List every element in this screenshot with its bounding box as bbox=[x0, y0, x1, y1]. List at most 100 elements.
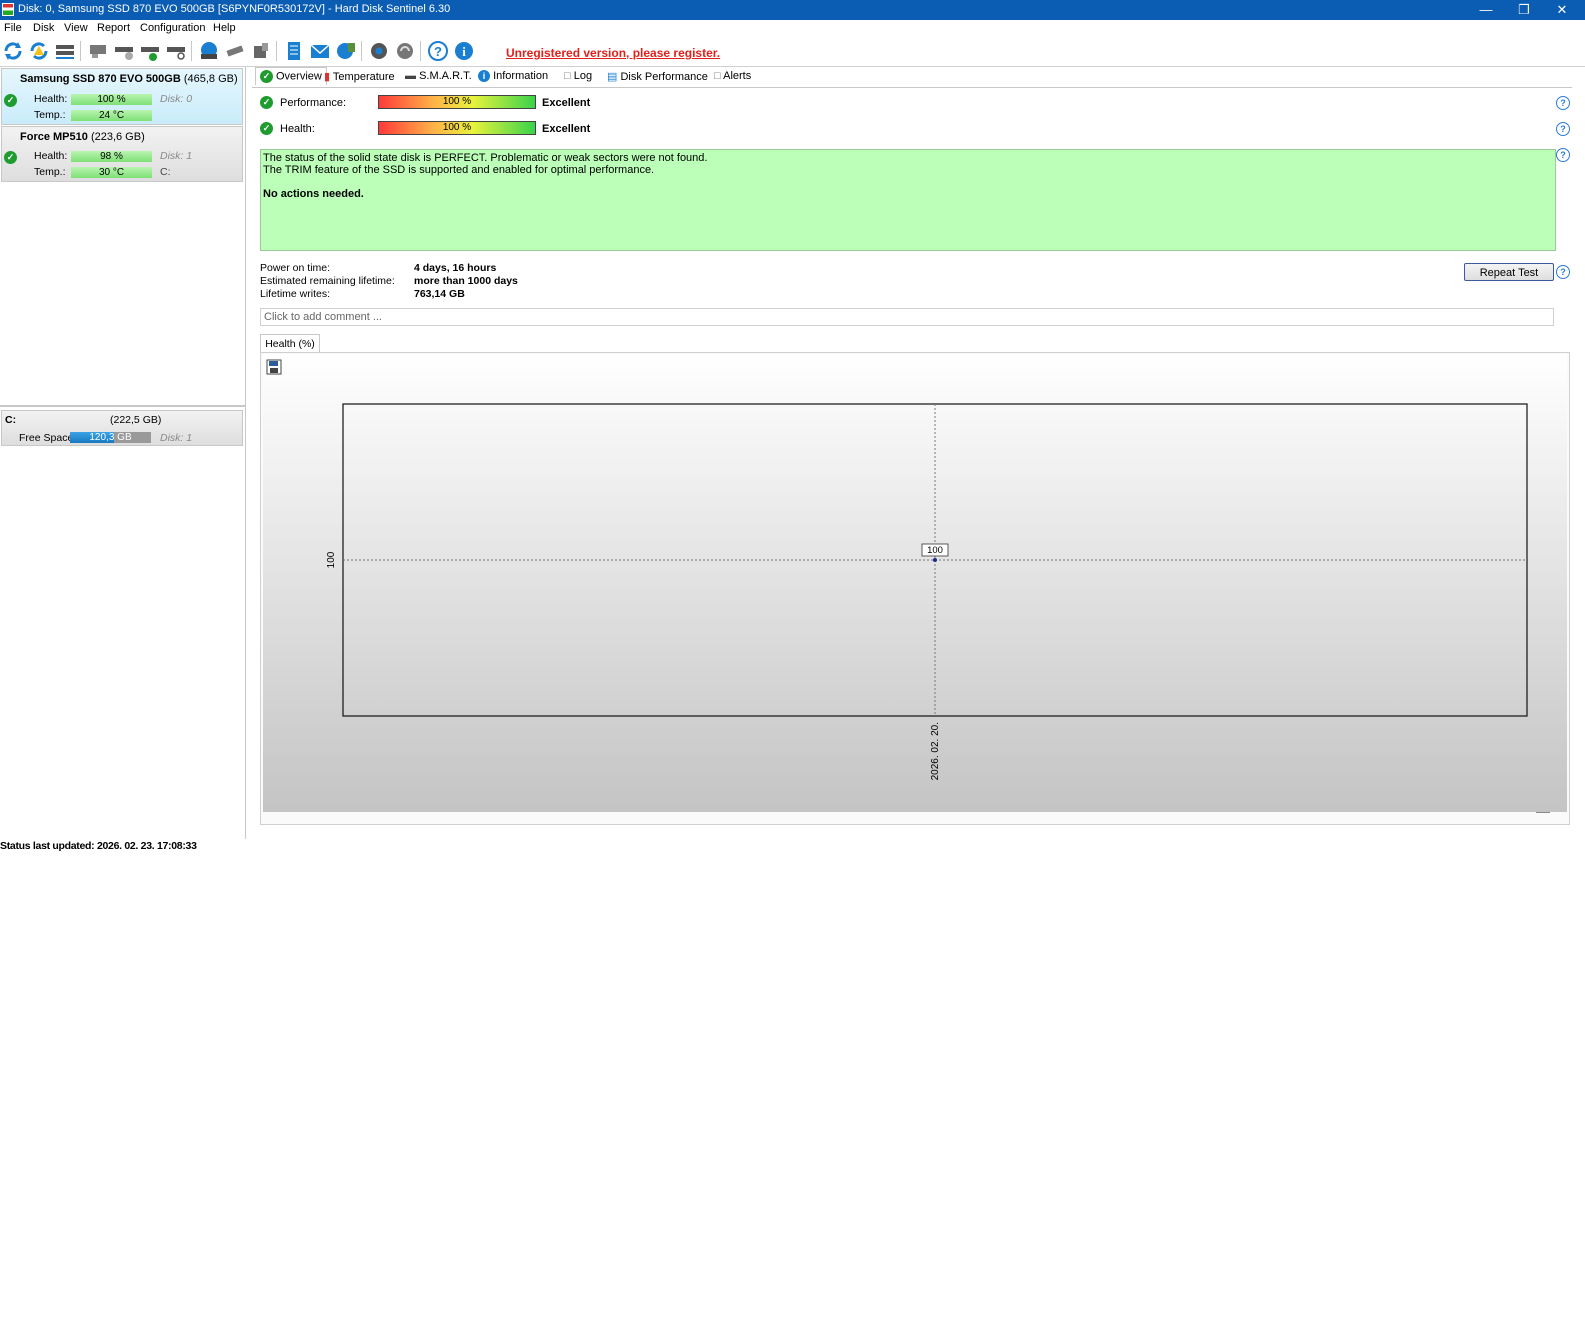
tab-divider bbox=[252, 87, 1572, 88]
status-description: The status of the solid state disk is PE… bbox=[260, 149, 1556, 251]
tab-bar: ✓ Overview ▮ Temperature ▬ S.M.A.R.T. i I… bbox=[252, 67, 1572, 87]
writes-value: 763,14 GB bbox=[414, 288, 465, 300]
toolbar-separator bbox=[420, 41, 421, 61]
status-bar: Status last updated: 2026. 02. 23. 17:08… bbox=[0, 840, 1585, 856]
disk-surface-icon[interactable] bbox=[198, 40, 220, 62]
disk-ok-icon[interactable] bbox=[139, 40, 161, 62]
volume-item-c[interactable]: C: (222,5 GB) Free Space 120,3 GB Disk: … bbox=[1, 410, 243, 446]
health-bar: 100 % bbox=[378, 121, 536, 135]
menu-report[interactable]: Report bbox=[97, 22, 130, 34]
svg-text:i: i bbox=[462, 44, 466, 59]
tab-disk-performance[interactable]: ▤ Disk Performance bbox=[607, 70, 708, 83]
disk-id: Disk: 0 bbox=[160, 93, 193, 105]
repeat-test-button[interactable]: Repeat Test bbox=[1464, 263, 1554, 281]
tab-smart[interactable]: ▬ S.M.A.R.T. bbox=[405, 70, 472, 82]
tab-temperature[interactable]: ▮ Temperature bbox=[324, 70, 395, 83]
window-title: Disk: 0, Samsung SSD 870 EVO 500GB [S6PY… bbox=[18, 3, 451, 15]
email-report-icon[interactable] bbox=[309, 40, 331, 62]
app-icon bbox=[2, 3, 14, 16]
tab-label: Log bbox=[573, 70, 593, 82]
register-link[interactable]: Unregistered version, please register. bbox=[506, 46, 720, 60]
help-icon[interactable]: ? bbox=[1556, 265, 1570, 279]
disk-name-row: Force MP510 (223,6 GB) bbox=[20, 131, 145, 143]
tab-label: Alerts bbox=[723, 70, 752, 82]
free-space-label: Free Space bbox=[19, 432, 74, 444]
disk-id: Disk: 1 bbox=[160, 432, 193, 444]
disk-list-panel: Samsung SSD 870 EVO 500GB (465,8 GB) ✓ H… bbox=[0, 67, 246, 839]
performance-label: Performance: bbox=[280, 97, 347, 109]
toolbar-separator bbox=[276, 41, 277, 61]
tab-alerts[interactable]: □ Alerts bbox=[714, 70, 751, 82]
help-icon[interactable]: ? bbox=[427, 40, 449, 62]
menu-file[interactable]: File bbox=[4, 22, 22, 34]
disk-test-icon[interactable] bbox=[113, 40, 135, 62]
lifetime-value: more than 1000 days bbox=[414, 275, 518, 287]
health-chart: 100 2026. 02. 20. 100 bbox=[263, 354, 1567, 812]
tab-health-chart[interactable]: Health (%) bbox=[260, 334, 320, 353]
chart-background bbox=[263, 354, 1567, 812]
thermometer-icon: ▮ bbox=[324, 71, 331, 83]
status-ok-icon: ✓ bbox=[4, 94, 17, 107]
chart-resize-handle[interactable] bbox=[1536, 812, 1550, 813]
help-icon[interactable]: ? bbox=[1556, 122, 1570, 136]
status-line: The status of the solid state disk is PE… bbox=[263, 152, 708, 164]
panel-splitter[interactable] bbox=[0, 405, 245, 407]
menu-configuration[interactable]: Configuration bbox=[140, 22, 205, 34]
report-icon[interactable] bbox=[283, 40, 305, 62]
volume-size: (222,5 GB) bbox=[110, 414, 162, 426]
volume-name: C: bbox=[5, 414, 17, 426]
disk-name: Samsung SSD 870 EVO 500GB bbox=[20, 73, 181, 85]
health-bar: 100 % bbox=[71, 94, 152, 105]
info-icon: i bbox=[478, 70, 490, 82]
status-last-updated: Status last updated: 2026. 02. 23. 17:08… bbox=[0, 840, 197, 852]
about-icon[interactable]: i bbox=[453, 40, 475, 62]
health-label: Health: bbox=[34, 93, 68, 105]
performance-bar: 100 % bbox=[378, 95, 536, 109]
refresh-all-icon[interactable] bbox=[28, 40, 50, 62]
power-on-label: Power on time: bbox=[260, 262, 331, 274]
maximize-button[interactable]: ❐ bbox=[1504, 0, 1544, 20]
alert-settings-icon[interactable] bbox=[394, 40, 416, 62]
disk-export-icon[interactable] bbox=[250, 40, 272, 62]
disk-name-row: Samsung SSD 870 EVO 500GB (465,8 GB) bbox=[20, 73, 238, 85]
svg-text:?: ? bbox=[434, 44, 442, 59]
title-bar: Disk: 0, Samsung SSD 870 EVO 500GB [S6PY… bbox=[0, 0, 1585, 20]
comment-input[interactable]: Click to add comment ... bbox=[260, 308, 1554, 326]
tab-information[interactable]: i Information bbox=[478, 70, 548, 82]
disk-list-icon[interactable] bbox=[54, 40, 76, 62]
health-rating: Excellent bbox=[542, 123, 591, 135]
toolbar: ? i Unregistered version, please registe… bbox=[0, 36, 1585, 67]
menu-help[interactable]: Help bbox=[213, 22, 236, 34]
tab-label: Information bbox=[493, 70, 549, 82]
menu-view[interactable]: View bbox=[64, 22, 88, 34]
online-report-icon[interactable] bbox=[335, 40, 357, 62]
tab-log[interactable]: □ Log bbox=[564, 70, 592, 82]
disk-info-icon[interactable] bbox=[87, 40, 109, 62]
disk-id: Disk: 1 bbox=[160, 150, 193, 162]
minimize-button[interactable]: — bbox=[1466, 0, 1506, 20]
gear-icon[interactable] bbox=[368, 40, 390, 62]
tab-overview[interactable]: ✓ Overview bbox=[255, 67, 327, 85]
toolbar-separator bbox=[191, 41, 192, 61]
disk-icon: ▬ bbox=[405, 70, 416, 82]
help-icon[interactable]: ? bbox=[1556, 148, 1570, 162]
tab-label: S.M.A.R.T. bbox=[419, 70, 472, 82]
disk-search-icon[interactable] bbox=[165, 40, 187, 62]
disk-tools-icon[interactable] bbox=[224, 40, 246, 62]
chart-icon: ▤ bbox=[607, 71, 618, 83]
disk-item-force[interactable]: Force MP510 (223,6 GB) ✓ Health: 98 % Di… bbox=[1, 126, 243, 182]
close-button[interactable]: ✕ bbox=[1542, 0, 1582, 20]
toolbar-separator bbox=[80, 41, 81, 61]
save-chart-icon[interactable] bbox=[266, 359, 282, 375]
alerts-icon: □ bbox=[714, 70, 721, 82]
menu-disk[interactable]: Disk bbox=[33, 22, 54, 34]
help-icon[interactable]: ? bbox=[1556, 96, 1570, 110]
status-ok-icon: ✓ bbox=[4, 151, 17, 164]
writes-label: Lifetime writes: bbox=[260, 288, 331, 300]
temp-label: Temp.: bbox=[34, 109, 66, 121]
free-space-value: 120,3 GB bbox=[89, 432, 132, 443]
check-icon: ✓ bbox=[260, 70, 273, 83]
refresh-icon[interactable] bbox=[2, 40, 24, 62]
disk-size: (465,8 GB) bbox=[183, 73, 238, 85]
disk-item-samsung[interactable]: Samsung SSD 870 EVO 500GB (465,8 GB) ✓ H… bbox=[1, 68, 243, 125]
